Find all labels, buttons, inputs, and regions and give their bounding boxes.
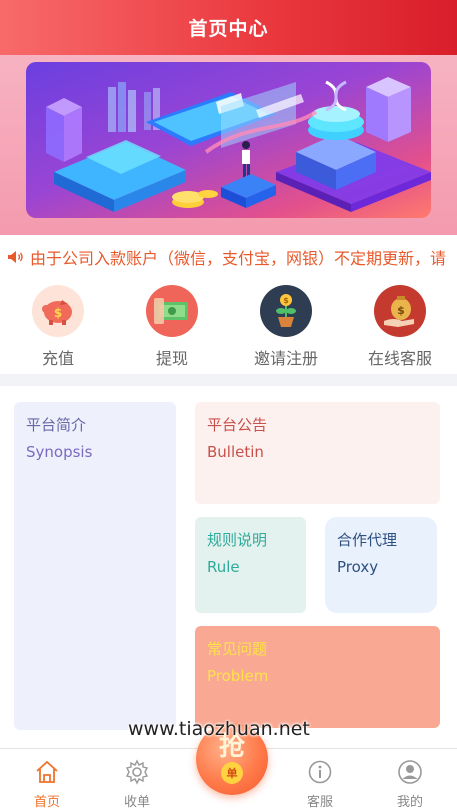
banner-illustration (26, 62, 431, 218)
page-header: 首页中心 (0, 0, 457, 55)
card-rule[interactable]: 规则说明 Rule (195, 517, 306, 613)
quick-action-label: 在线客服 (367, 349, 432, 368)
card-title: 合作代理 (337, 531, 398, 549)
tab-label: 我的 (396, 795, 423, 810)
grab-button-badge: 单 (221, 762, 243, 784)
card-subtitle: Synopsis (26, 443, 93, 461)
svg-text:$: $ (283, 296, 289, 305)
card-title: 规则说明 (207, 531, 268, 549)
quick-action-invite[interactable]: $ 邀请注册 (229, 285, 343, 369)
info-grid: 平台简介 Synopsis 平台公告 Bulletin 规则说明 Rule 合作… (0, 386, 457, 748)
svg-text:$: $ (397, 304, 405, 317)
banner[interactable] (0, 55, 457, 235)
tab-label: 客服 (306, 795, 333, 810)
svg-text:$: $ (54, 306, 62, 320)
tab-mine[interactable]: 我的 (373, 759, 447, 810)
money-bag-hand-icon: $ (374, 285, 426, 337)
quick-action-recharge[interactable]: $ 充值 (1, 285, 115, 369)
tab-orders[interactable]: 收单 (100, 759, 174, 810)
quick-action-label: 充值 (41, 349, 74, 368)
user-icon (398, 760, 422, 784)
notice-text: 由于公司入款账户（微信，支付宝，网银）不定期更新，请 (30, 249, 447, 268)
isometric-tech-illustration-icon (46, 77, 431, 212)
card-subtitle: Problem (207, 667, 269, 685)
card-subtitle: Rule (207, 558, 240, 576)
card-subtitle: Bulletin (207, 443, 264, 461)
card-title: 常见问题 (207, 640, 268, 658)
piggy-bank-icon: $ (32, 285, 84, 337)
quick-action-service[interactable]: $ 在线客服 (343, 285, 457, 369)
speaker-icon (8, 251, 23, 263)
quick-action-label: 提现 (155, 349, 188, 368)
info-icon (308, 760, 332, 784)
tab-home[interactable]: 首页 (10, 759, 84, 810)
quick-action-withdraw[interactable]: 提现 (115, 285, 229, 369)
card-title: 平台公告 (207, 416, 268, 434)
page-title: 首页中心 (188, 18, 269, 40)
home-icon (36, 760, 58, 783)
card-subtitle: Proxy (337, 558, 379, 576)
card-problem[interactable]: 常见问题 Problem (195, 626, 440, 728)
tab-service[interactable]: 客服 (283, 759, 357, 810)
gear-icon (125, 759, 149, 785)
watermark: www.tiaozhuan.net (128, 718, 310, 740)
card-proxy[interactable]: 合作代理 Proxy (325, 517, 437, 613)
notice-marquee[interactable]: 由于公司入款账户（微信，支付宝，网银）不定期更新，请 (0, 235, 457, 279)
card-bulletin[interactable]: 平台公告 Bulletin (195, 402, 440, 504)
tab-label: 收单 (123, 795, 150, 810)
money-plant-icon: $ (260, 285, 312, 337)
card-synopsis[interactable]: 平台简介 Synopsis (14, 402, 176, 730)
quick-action-label: 邀请注册 (253, 349, 318, 368)
cash-icon (146, 285, 198, 337)
quick-actions: $ 充值 提现 $ 邀请注册 $ 在线客服 (0, 279, 457, 374)
card-title: 平台简介 (26, 416, 87, 434)
tab-label: 首页 (33, 795, 60, 810)
